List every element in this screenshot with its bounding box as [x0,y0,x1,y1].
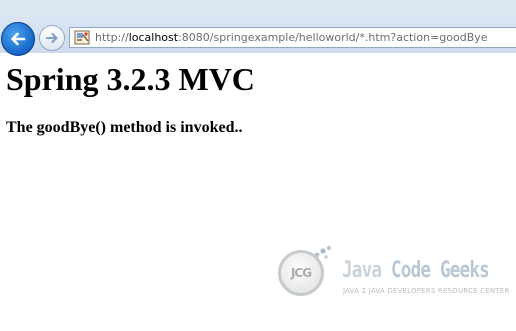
page-heading: Spring 3.2.3 MVC [6,61,255,97]
url-prefix: http:// [95,31,129,44]
url-path: :8080/springexample/helloworld/*.htm?act… [178,31,488,44]
back-button[interactable] [1,22,35,56]
url-host: localhost [128,31,179,44]
page-content: Spring 3.2.3 MVC The goodBye() method is… [6,60,506,137]
arrow-right-icon [46,33,58,43]
address-bar[interactable]: http://localhost:8080/springexample/hell… [69,27,516,48]
watermark-logo: JCG Java Code Geeks JAVA 2 JAVA DEVELOPE… [272,244,509,306]
page-message: The goodBye() method is invoked.. [6,119,243,136]
brand-tagline: JAVA 2 JAVA DEVELOPERS RESOURCE CENTER [343,287,510,295]
arrow-left-icon [11,32,26,46]
jcg-circle-logo: JCG [278,250,324,296]
browser-toolbar: http://localhost:8080/springexample/hell… [0,0,516,56]
brand-name: Java Code Geeks [342,258,490,283]
url-text[interactable]: http://localhost:8080/springexample/hell… [95,30,488,45]
forward-button[interactable] [39,25,65,51]
brand-first: Java [342,258,391,283]
page-icon [74,30,90,45]
brand-second: Code Geeks [390,258,490,283]
